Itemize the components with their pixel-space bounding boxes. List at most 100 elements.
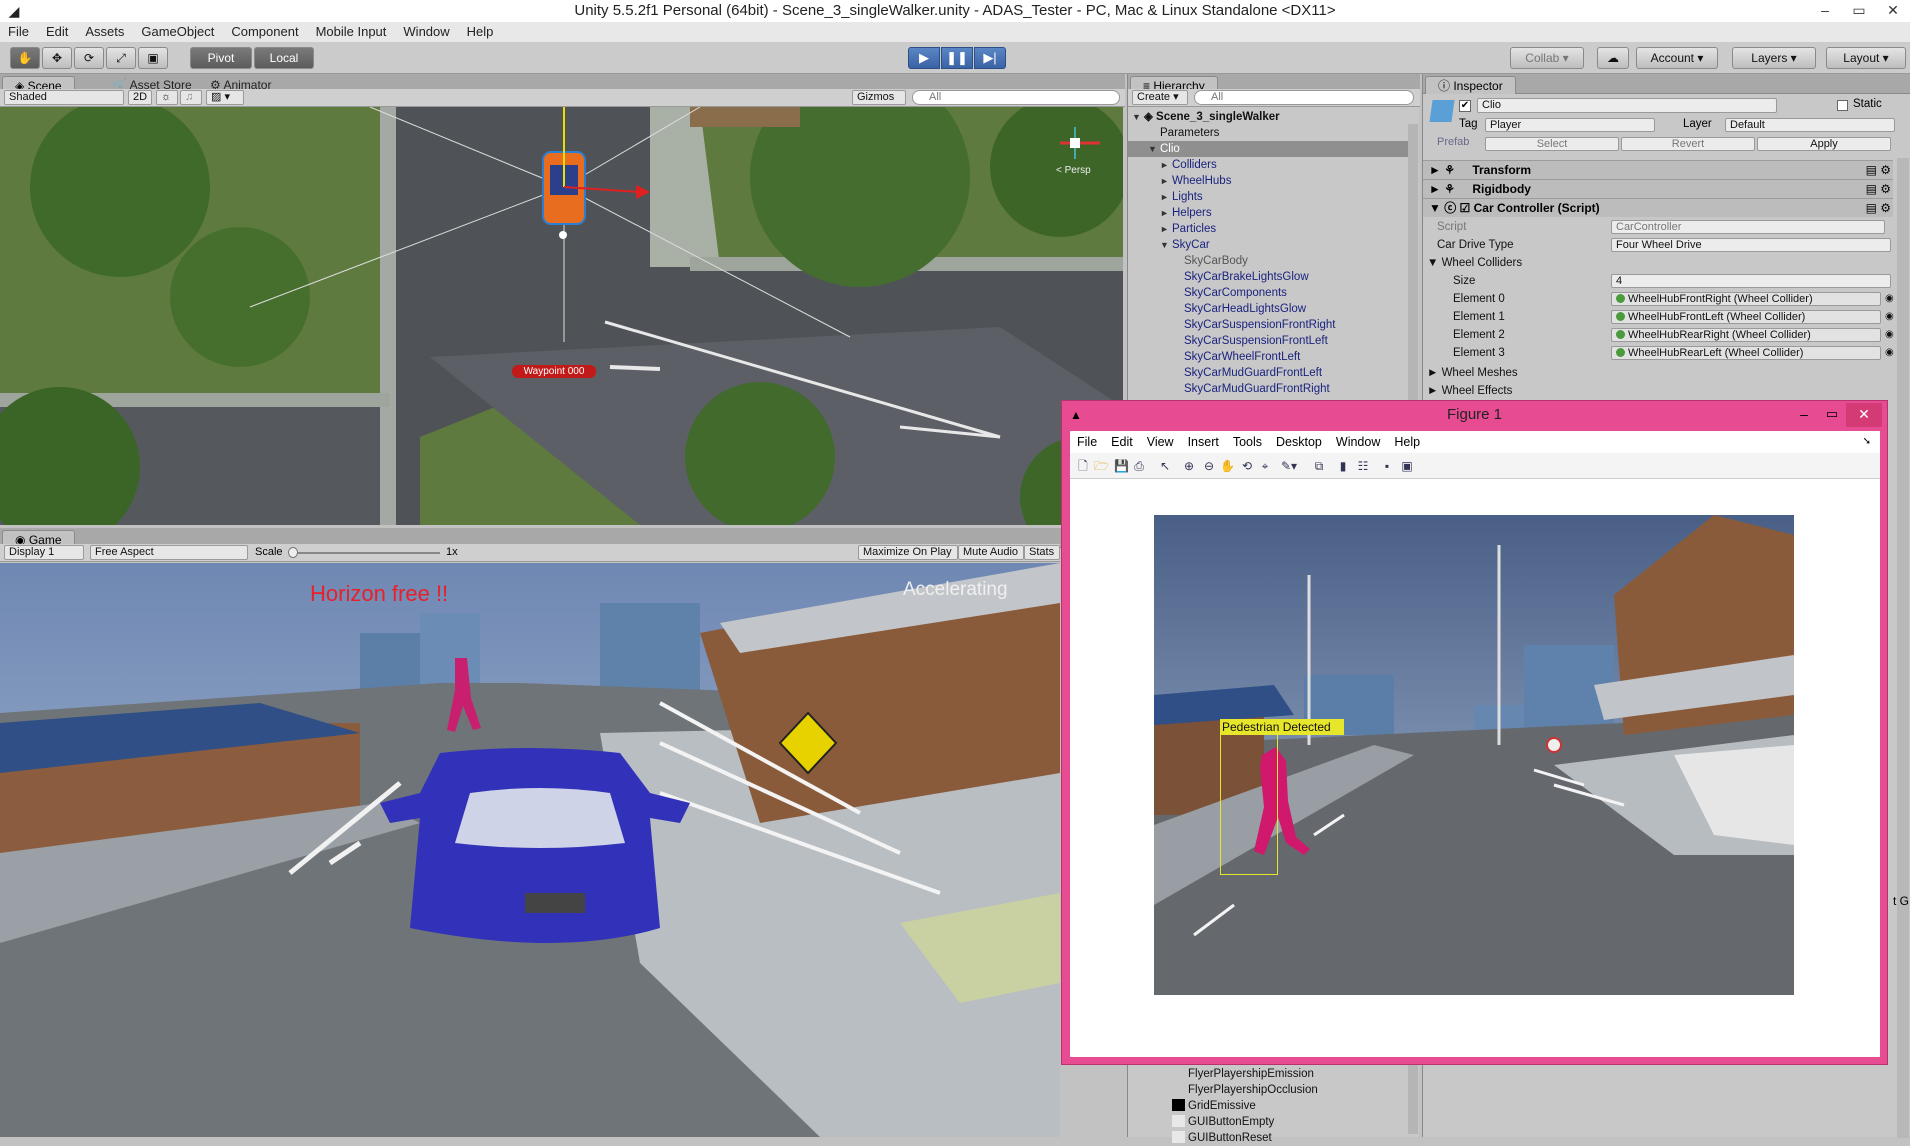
hierarchy-asset-item[interactable]: GridEmissive bbox=[1128, 1098, 1256, 1114]
figure-dock-arrow-icon[interactable]: ➘ bbox=[1856, 431, 1878, 453]
hierarchy-item[interactable]: SkyCarWheelFrontLeft bbox=[1128, 349, 1300, 365]
figure-minimize-button[interactable]: – bbox=[1790, 403, 1818, 427]
hierarchy-item[interactable]: SkyCarBody bbox=[1128, 253, 1248, 269]
rotate-tool-icon[interactable]: ⟳ bbox=[74, 47, 104, 69]
menu-window[interactable]: Window bbox=[395, 22, 458, 42]
mute-audio-toggle[interactable]: Mute Audio bbox=[958, 545, 1024, 560]
object-picker-icon[interactable]: ◉ bbox=[1885, 326, 1894, 344]
local-toggle[interactable]: Local bbox=[254, 47, 314, 69]
move-tool-icon[interactable]: ✥ bbox=[42, 47, 72, 69]
inspector-scrollbar[interactable] bbox=[1897, 158, 1909, 1138]
figure-menu-window[interactable]: Window bbox=[1329, 431, 1387, 453]
audio-icon[interactable]: ♫ bbox=[180, 90, 202, 105]
wheel-element-field[interactable]: WheelHubRearRight (Wheel Collider) bbox=[1611, 328, 1881, 342]
wheel-element-field[interactable]: WheelHubFrontRight (Wheel Collider) bbox=[1611, 292, 1881, 306]
size-input[interactable]: 4 bbox=[1611, 274, 1891, 288]
hierarchy-item[interactable]: ► Colliders bbox=[1128, 157, 1217, 173]
account-dropdown[interactable]: Account ▾ bbox=[1636, 47, 1718, 69]
scene-root-item[interactable]: ▼ ◈ Scene_3_singleWalker bbox=[1132, 109, 1280, 125]
object-picker-icon[interactable]: ◉ bbox=[1885, 290, 1894, 308]
show-plot-tools-icon[interactable]: ▣ bbox=[1400, 459, 1414, 473]
hierarchy-asset-item[interactable]: GUIButtonEmpty bbox=[1128, 1114, 1274, 1130]
menu-help[interactable]: Help bbox=[459, 22, 503, 42]
scale-tool-icon[interactable]: ⤢ bbox=[106, 47, 136, 69]
hierarchy-item[interactable]: SkyCarSuspensionFrontRight bbox=[1128, 317, 1336, 333]
hand-tool-icon[interactable]: ✋ bbox=[10, 47, 40, 69]
menu-gameobject[interactable]: GameObject bbox=[133, 22, 223, 42]
component-settings-gear-icon[interactable]: ▤ ⚙ bbox=[1866, 161, 1891, 179]
figure-window[interactable]: ▲ Figure 1 – ▭ ✕ File Edit View Insert Tools… bbox=[1061, 400, 1888, 1065]
tab-inspector[interactable]: ⓘ Inspector bbox=[1425, 76, 1516, 94]
scale-slider-thumb[interactable] bbox=[288, 547, 298, 558]
layout-dropdown[interactable]: Layout ▾ bbox=[1826, 47, 1906, 69]
layers-dropdown[interactable]: Layers ▾ bbox=[1732, 47, 1816, 69]
figure-menu-desktop[interactable]: Desktop bbox=[1269, 431, 1329, 453]
detection-image[interactable]: Pedestrian Detected bbox=[1154, 515, 1794, 995]
rotate-3d-icon[interactable]: ⟲ bbox=[1240, 459, 1254, 473]
hierarchy-item[interactable]: SkyCarComponents bbox=[1128, 285, 1287, 301]
static-checkbox[interactable] bbox=[1837, 100, 1848, 111]
figure-menu-file[interactable]: File bbox=[1070, 431, 1104, 453]
hierarchy-item[interactable]: Parameters bbox=[1128, 125, 1219, 141]
expand-arrow-icon[interactable]: ► bbox=[1160, 173, 1172, 189]
data-cursor-icon[interactable]: ⌖ bbox=[1258, 459, 1272, 473]
figure-menu-view[interactable]: View bbox=[1140, 431, 1181, 453]
rect-tool-icon[interactable]: ▣ bbox=[138, 47, 168, 69]
wheel-meshes-row[interactable]: ► Wheel Meshes bbox=[1423, 364, 1893, 382]
hierarchy-item[interactable]: ▼ Clio bbox=[1128, 141, 1408, 157]
figure-close-button[interactable]: ✕ bbox=[1846, 403, 1882, 427]
play-button[interactable]: ▶ bbox=[908, 47, 940, 69]
menu-component[interactable]: Component bbox=[223, 22, 307, 42]
hierarchy-item[interactable]: ► WheelHubs bbox=[1128, 173, 1231, 189]
expand-arrow-icon[interactable]: ► bbox=[1160, 189, 1172, 205]
scale-slider[interactable] bbox=[288, 547, 440, 558]
new-figure-icon[interactable]: 🗋 bbox=[1076, 459, 1090, 473]
pan-hand-icon[interactable]: ✋ bbox=[1220, 459, 1235, 473]
hierarchy-item[interactable]: SkyCarBrakeLightsGlow bbox=[1128, 269, 1309, 285]
hierarchy-item[interactable]: ▼ SkyCar bbox=[1128, 237, 1210, 253]
hide-plot-tools-icon[interactable]: ▪ bbox=[1380, 459, 1394, 473]
figure-menu-edit[interactable]: Edit bbox=[1104, 431, 1140, 453]
script-field[interactable]: CarController bbox=[1611, 220, 1885, 234]
expand-arrow-icon[interactable]: ► bbox=[1160, 221, 1172, 237]
maximize-button[interactable]: ▭ bbox=[1842, 0, 1876, 22]
minimize-button[interactable]: – bbox=[1808, 0, 1842, 22]
hierarchy-item[interactable]: ► Particles bbox=[1128, 221, 1216, 237]
maximize-on-play-toggle[interactable]: Maximize On Play bbox=[858, 545, 958, 560]
menu-file[interactable]: File bbox=[0, 22, 38, 42]
select-pointer-icon[interactable]: ↖ bbox=[1158, 459, 1172, 473]
pause-button[interactable]: ❚❚ bbox=[941, 47, 973, 69]
hierarchy-asset-item[interactable]: GUIButtonReset bbox=[1128, 1130, 1272, 1146]
car-controller-settings-gear-icon[interactable]: ▤ ⚙ bbox=[1866, 199, 1891, 217]
expand-arrow-icon[interactable]: ▼ bbox=[1148, 141, 1160, 157]
zoom-out-icon[interactable]: ⊖ bbox=[1202, 459, 1216, 473]
effects-icon[interactable]: ▨ ▾ bbox=[206, 90, 244, 105]
lighting-icon[interactable]: ☼ bbox=[156, 90, 178, 105]
game-viewport[interactable]: Horizon free !! Accelerating bbox=[0, 563, 1060, 1137]
zoom-in-icon[interactable]: ⊕ bbox=[1182, 459, 1196, 473]
rigidbody-settings-gear-icon[interactable]: ▤ ⚙ bbox=[1866, 180, 1891, 198]
collapse-arrow-icon[interactable]: ▼ bbox=[1132, 109, 1144, 125]
close-button[interactable]: ✕ bbox=[1876, 0, 1910, 22]
save-icon[interactable]: 💾 bbox=[1114, 459, 1129, 473]
object-picker-icon[interactable]: ◉ bbox=[1885, 308, 1894, 326]
hierarchy-item[interactable]: SkyCarSuspensionFrontLeft bbox=[1128, 333, 1328, 349]
cloud-icon[interactable]: ☁ bbox=[1597, 47, 1629, 69]
prefab-apply-button[interactable]: Apply bbox=[1757, 137, 1891, 151]
display-dropdown[interactable]: Display 1 bbox=[4, 545, 84, 560]
hierarchy-item[interactable]: SkyCarMudGuardFrontLeft bbox=[1128, 365, 1322, 381]
figure-menu-tools[interactable]: Tools bbox=[1226, 431, 1269, 453]
hierarchy-asset-item[interactable]: FlyerPlayershipEmission bbox=[1128, 1066, 1314, 1082]
wheel-effects-row[interactable]: ► Wheel Effects bbox=[1423, 382, 1893, 400]
rigidbody-component-header[interactable]: ► ⚘ Rigidbody ▤ ⚙ bbox=[1423, 179, 1893, 198]
expand-arrow-icon[interactable]: ► bbox=[1160, 205, 1172, 221]
stats-toggle[interactable]: Stats bbox=[1024, 545, 1060, 560]
tag-dropdown[interactable]: Player bbox=[1485, 118, 1655, 132]
wheel-colliders-row[interactable]: ▼ Wheel Colliders bbox=[1423, 254, 1893, 272]
wheel-element-field[interactable]: WheelHubRearLeft (Wheel Collider) bbox=[1611, 346, 1881, 360]
legend-icon[interactable]: ☷ bbox=[1356, 459, 1370, 473]
open-file-icon[interactable]: 🗁 bbox=[1094, 459, 1109, 473]
hierarchy-item[interactable]: SkyCarMudGuardFrontRight bbox=[1128, 381, 1330, 397]
print-icon[interactable]: ⎙ bbox=[1132, 459, 1146, 473]
menu-mobile-input[interactable]: Mobile Input bbox=[308, 22, 396, 42]
